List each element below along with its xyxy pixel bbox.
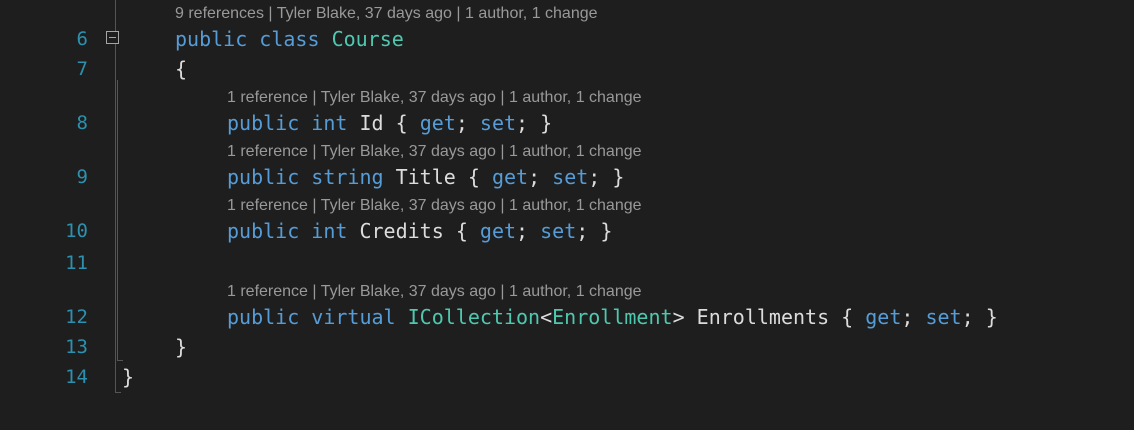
- line-number: 14: [65, 366, 88, 388]
- codelens-author[interactable]: Tyler Blake, 37 days ago: [321, 143, 496, 160]
- indent-guide-outer: [115, 0, 116, 392]
- codelens-line-8: 1 reference | Tyler Blake, 37 days ago |…: [227, 89, 642, 106]
- indent-guide-class-end: [117, 360, 123, 361]
- codelens-references[interactable]: 1 reference: [227, 143, 308, 160]
- code-line-9: public string Title { get; set; }: [227, 165, 625, 189]
- codelens-line-6: 9 references | Tyler Blake, 37 days ago …: [175, 5, 598, 22]
- code-line-10: public int Credits { get; set; }: [227, 219, 613, 243]
- indent-guide-class: [117, 80, 118, 360]
- code-editor[interactable]: 9 references | Tyler Blake, 37 days ago …: [0, 0, 1134, 430]
- codelens-references[interactable]: 1 reference: [227, 197, 308, 214]
- line-number: 8: [76, 112, 88, 134]
- codelens-line-10: 1 reference | Tyler Blake, 37 days ago |…: [227, 197, 642, 214]
- codelens-references[interactable]: 1 reference: [227, 283, 308, 300]
- code-line-8: public int Id { get; set; }: [227, 111, 553, 135]
- codelens-references[interactable]: 1 reference: [227, 89, 308, 106]
- line-number: 9: [76, 166, 88, 188]
- line-number: 10: [65, 220, 88, 242]
- codelens-changes[interactable]: 1 author, 1 change: [509, 283, 642, 300]
- code-line-14: }: [122, 365, 135, 389]
- codelens-line-9: 1 reference | Tyler Blake, 37 days ago |…: [227, 143, 642, 160]
- code-line-12: public virtual ICollection<Enrollment> E…: [227, 305, 998, 329]
- line-number: 11: [65, 252, 88, 274]
- codelens-changes[interactable]: 1 author, 1 change: [509, 143, 642, 160]
- line-number: 7: [76, 58, 88, 80]
- codelens-changes[interactable]: 1 author, 1 change: [465, 5, 598, 22]
- collapse-toggle-icon[interactable]: [106, 31, 119, 44]
- line-number: 6: [76, 28, 88, 50]
- line-number: 12: [65, 306, 88, 328]
- code-line-7: {: [175, 57, 188, 81]
- codelens-author[interactable]: Tyler Blake, 37 days ago: [277, 5, 452, 22]
- indent-guide-end: [115, 392, 121, 393]
- code-line-13: }: [175, 335, 188, 359]
- codelens-author[interactable]: Tyler Blake, 37 days ago: [321, 197, 496, 214]
- codelens-line-12: 1 reference | Tyler Blake, 37 days ago |…: [227, 283, 642, 300]
- codelens-author[interactable]: Tyler Blake, 37 days ago: [321, 89, 496, 106]
- codelens-changes[interactable]: 1 author, 1 change: [509, 89, 642, 106]
- codelens-author[interactable]: Tyler Blake, 37 days ago: [321, 283, 496, 300]
- codelens-references[interactable]: 9 references: [175, 5, 264, 22]
- line-number: 13: [65, 336, 88, 358]
- code-line-6: public class Course: [175, 27, 404, 51]
- codelens-changes[interactable]: 1 author, 1 change: [509, 197, 642, 214]
